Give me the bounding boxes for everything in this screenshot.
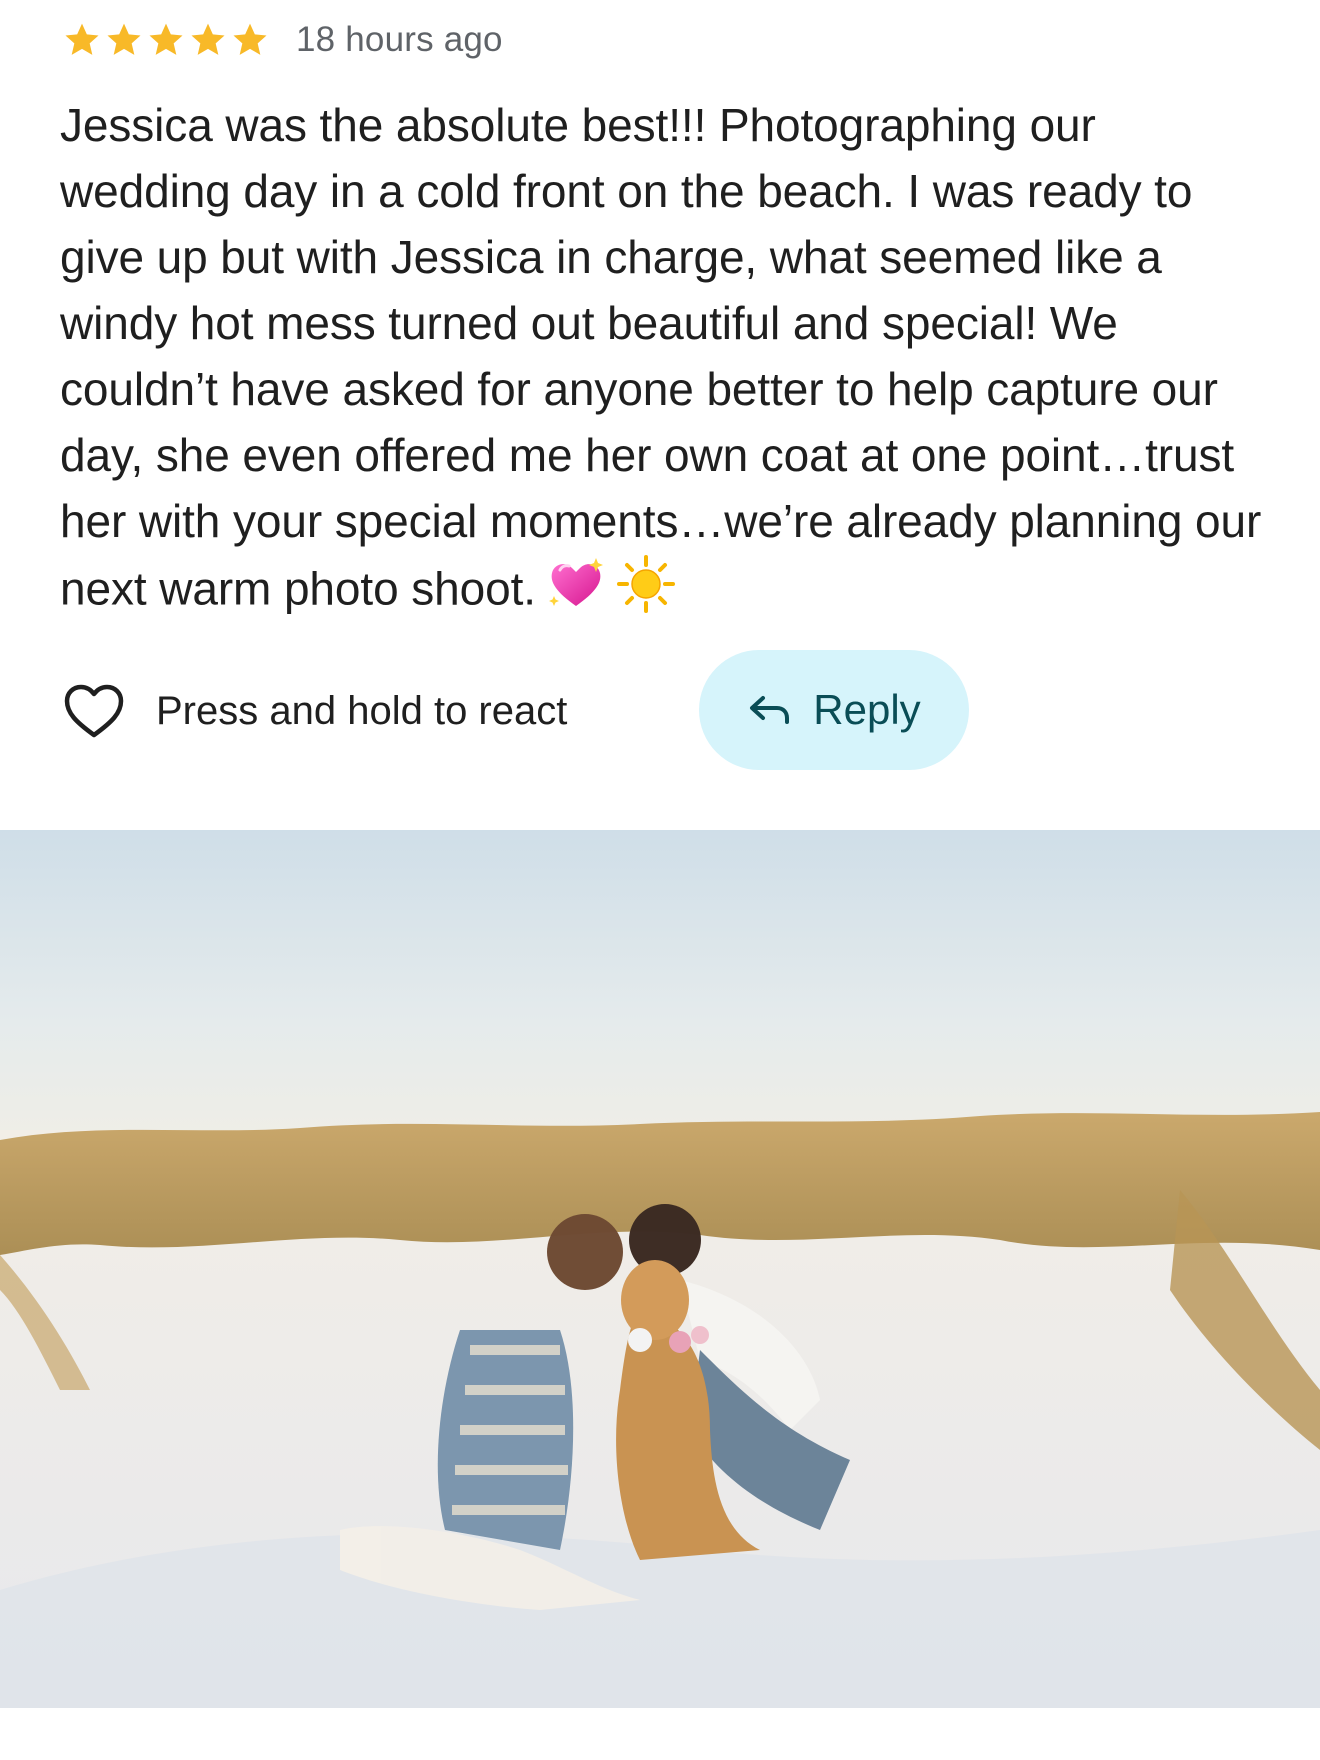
- heart-outline-icon[interactable]: [62, 682, 126, 740]
- sparkling-heart-emoji-icon: [546, 554, 606, 631]
- star-icon: [191, 23, 225, 55]
- review-photo[interactable]: [0, 830, 1320, 1708]
- react-label: Press and hold to react: [156, 688, 568, 733]
- sky: [0, 830, 1320, 1150]
- review-timestamp: 18 hours ago: [296, 20, 503, 59]
- sun-emoji-icon: [616, 554, 676, 631]
- rating-row: 18 hours ago: [62, 16, 503, 64]
- star-icon: [107, 23, 141, 55]
- star-rating: [62, 20, 270, 60]
- react-button[interactable]: Press and hold to react: [62, 682, 567, 740]
- reply-label: Reply: [813, 686, 921, 733]
- reply-arrow-icon: [750, 696, 790, 724]
- review-text: Jessica was the absolute best!!! Photogr…: [60, 99, 1262, 615]
- review-body: Jessica was the absolute best!!! Photogr…: [60, 92, 1275, 631]
- star-icon: [149, 23, 183, 55]
- star-icon: [233, 23, 267, 55]
- star-icon: [65, 23, 99, 55]
- reply-button[interactable]: Reply: [699, 650, 969, 770]
- review-actions: Press and hold to react Reply: [62, 650, 1262, 770]
